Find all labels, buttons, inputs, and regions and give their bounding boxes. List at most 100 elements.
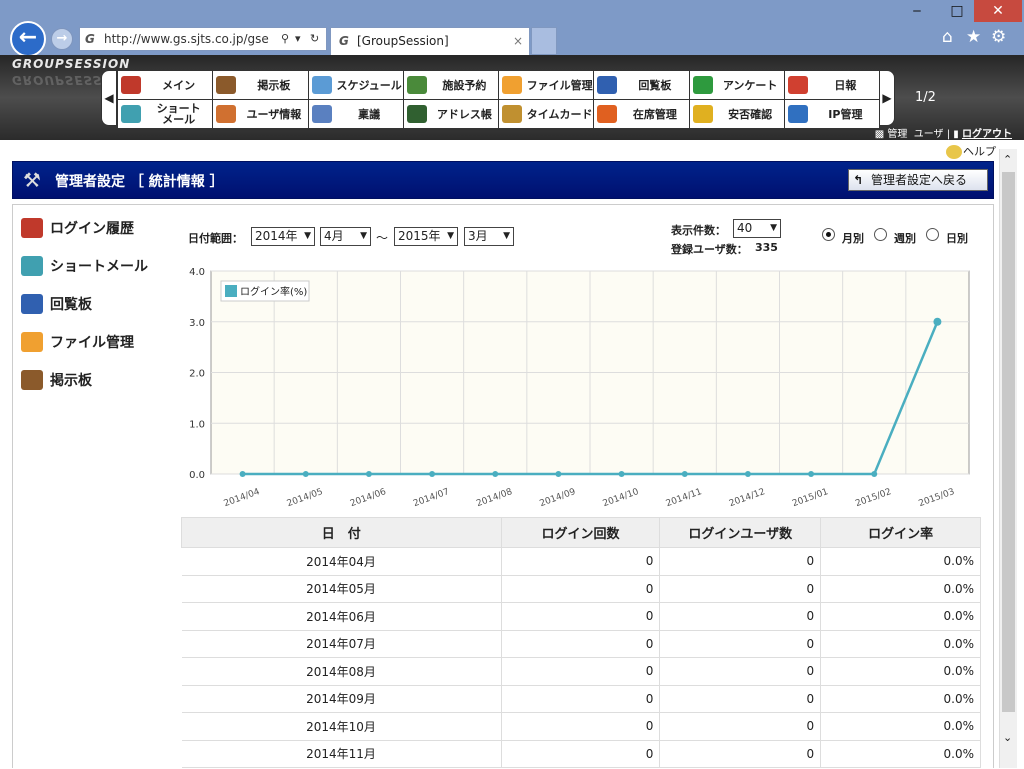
scrollbar-thumb[interactable] — [1002, 172, 1015, 712]
app-menu: メイン 掲示板 スケジュール 施設予約 ファイル管理 回覧板 アンケート 日報ショート メール… — [117, 70, 880, 128]
menu-item[interactable]: タイムカード — [499, 100, 594, 128]
window-close-button[interactable]: ✕ — [974, 0, 1022, 22]
scroll-down-icon[interactable]: ⌄ — [1003, 731, 1012, 744]
menu-item[interactable]: メイン — [118, 71, 213, 99]
admin-icon: ▩ — [874, 129, 885, 140]
menu-prev-button[interactable]: ◀ — [101, 70, 117, 126]
menu-item-label: メイン — [162, 78, 196, 92]
menu-item[interactable]: 在席管理 — [594, 100, 689, 128]
sidebar-item[interactable]: ショートメール — [17, 247, 172, 285]
weekly-radio[interactable] — [874, 228, 887, 241]
to-year-select[interactable]: 2015年 ▼ — [394, 227, 458, 246]
new-tab-button[interactable] — [531, 27, 557, 55]
sidebar-item[interactable]: 回覧板 — [17, 285, 172, 323]
menu-next-button[interactable]: ▶ — [879, 70, 895, 126]
address-bar[interactable]: G http://www.gs.sjts.co.jp/gse ⚲ ▾ ↻ — [79, 27, 327, 51]
display-count-select[interactable]: 40 ▼ — [733, 219, 781, 238]
menu-item[interactable]: アドレス帳 — [403, 100, 498, 128]
table-cell: 0.0% — [820, 602, 981, 631]
table-cell: 0 — [659, 657, 822, 686]
x-tick-label: 2015/03 — [917, 487, 956, 509]
sidebar-item[interactable]: ファイル管理 — [17, 323, 172, 361]
back-to-admin-button[interactable]: ↰ 管理者設定へ戻る — [848, 169, 988, 191]
table-cell: 0 — [659, 602, 822, 631]
menu-item[interactable]: 掲示板 — [213, 71, 308, 99]
home-icon[interactable]: ⌂ — [942, 27, 953, 47]
chevron-down-icon: ▼ — [360, 231, 367, 241]
menu-item[interactable]: アンケート — [689, 71, 784, 99]
page-titlebar: ⚒ 管理者設定 ［ 統計情報 ］ ↰ 管理者設定へ戻る — [12, 161, 994, 199]
menu-item[interactable]: 稟議 — [308, 100, 403, 128]
daily-radio[interactable] — [926, 228, 939, 241]
table-cell: 0.0% — [820, 657, 981, 686]
sidebar-item[interactable]: ログイン履歴 — [17, 209, 172, 247]
data-point — [555, 471, 562, 477]
x-tick-label: 2014/04 — [223, 487, 262, 509]
tab-favicon: G — [339, 34, 349, 48]
schedule-icon — [311, 76, 332, 94]
logout-link[interactable]: ログアウト — [962, 129, 1012, 140]
presence-icon — [597, 105, 618, 123]
dropdown-icon[interactable]: ▾ — [295, 28, 301, 50]
sidebar-item-label: 掲示板 — [50, 373, 92, 389]
browser-tab[interactable]: G [GroupSession] × — [330, 27, 530, 55]
help-link[interactable]: ヘルプ — [946, 143, 996, 159]
link-separator: | — [946, 129, 951, 140]
daily-report-icon — [787, 76, 808, 94]
folder-icon — [21, 332, 43, 352]
window-minimize-button[interactable]: ‒ — [898, 0, 936, 22]
window-maximize-button[interactable]: □ — [938, 0, 976, 22]
menu-item[interactable]: ショート メール — [118, 100, 213, 128]
menu-item[interactable]: IP管理 — [784, 100, 879, 128]
menu-item[interactable]: ファイル管理 — [499, 71, 594, 99]
table-cell: 0 — [659, 575, 822, 603]
table-row: 2014年06月 0 0 0.0% — [181, 602, 981, 631]
from-year-select[interactable]: 2014年 ▼ — [251, 227, 315, 246]
browser-forward-button[interactable]: → — [51, 28, 73, 50]
menu-item[interactable]: 回覧板 — [594, 71, 689, 99]
date-range-label: 日付範囲： — [188, 232, 243, 245]
gear-icon[interactable]: ⚙ — [991, 27, 1006, 47]
to-month-value: 3月 — [468, 229, 488, 243]
menu-item[interactable]: ユーザ情報 — [213, 100, 308, 128]
menu-item-label: 稟議 — [358, 107, 381, 121]
admin-link[interactable]: 管理 — [887, 129, 907, 140]
from-month-select[interactable]: 4月 ▼ — [320, 227, 371, 246]
browser-back-button[interactable]: ← — [10, 21, 46, 57]
refresh-icon[interactable]: ↻ — [310, 28, 320, 50]
sidebar-item-label: ログイン履歴 — [50, 221, 134, 237]
scroll-up-icon[interactable]: ⌃ — [1003, 153, 1012, 166]
page-scrollbar[interactable]: ⌃ ⌄ — [999, 149, 1017, 768]
tab-close-icon[interactable]: × — [513, 28, 523, 54]
column-header: ログイン回数 — [500, 517, 661, 548]
menu-item[interactable]: 日報 — [784, 71, 879, 99]
x-tick-label: 2014/08 — [475, 487, 514, 509]
user-link[interactable]: ユーザ — [914, 129, 944, 140]
menu-item-label: 回覧板 — [638, 78, 672, 92]
to-month-select[interactable]: 3月 ▼ — [464, 227, 514, 246]
daily-label: 日別 — [946, 232, 968, 245]
logout-icon: ▮ — [953, 129, 959, 140]
menu-item-label: スケジュール — [336, 78, 402, 92]
search-icon[interactable]: ⚲ — [281, 28, 290, 50]
clock-icon — [502, 105, 522, 123]
menu-item[interactable]: スケジュール — [308, 71, 403, 99]
table-cell: 0 — [501, 575, 661, 603]
menu-item[interactable]: 安否確認 — [689, 100, 784, 128]
star-icon[interactable]: ★ — [966, 27, 981, 47]
board-icon — [216, 76, 237, 94]
menu-item-label: 施設予約 — [442, 78, 487, 92]
table-row: 2014年08月 0 0 0.0% — [181, 657, 981, 686]
display-count-value: 40 — [737, 221, 753, 235]
sidebar-item[interactable]: 掲示板 — [17, 361, 172, 399]
board-icon — [21, 370, 43, 390]
monthly-radio[interactable] — [822, 228, 835, 241]
menu-item[interactable]: 施設予約 — [403, 71, 498, 99]
y-tick-label: 0.0 — [189, 470, 205, 481]
menu-item-label: 在席管理 — [632, 107, 677, 121]
data-point — [871, 471, 878, 477]
data-point — [808, 471, 815, 477]
legend-swatch — [225, 285, 237, 297]
x-tick-label: 2014/09 — [538, 487, 577, 509]
data-point — [239, 471, 246, 477]
